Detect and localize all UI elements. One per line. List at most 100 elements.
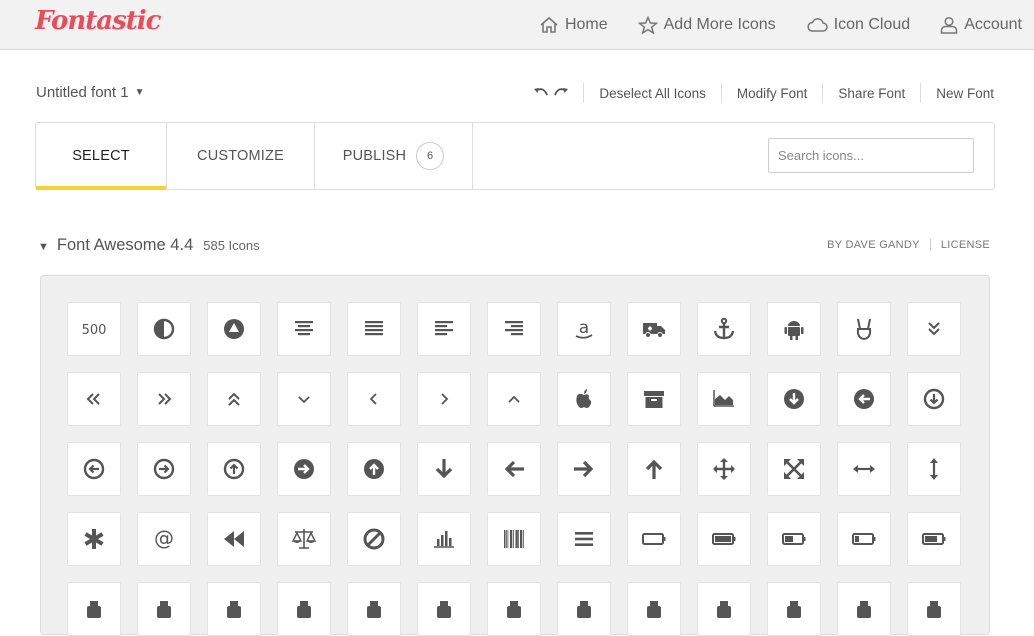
angle-double-right-icon [151,386,177,412]
icon-tile-angle-double-right[interactable] [137,372,191,426]
icon-tile-bell-slash-o[interactable] [557,582,611,636]
icon-tile-arrow-circle-right[interactable] [277,442,331,496]
battery-three-quarters-icon [921,526,947,552]
arrow-circle-up-icon [361,456,387,482]
area-chart-icon [711,386,737,412]
nav-icon-cloud[interactable]: Icon Cloud [806,16,910,34]
fontastic-logo[interactable]: Fontastic [35,6,161,36]
icon-tile-binoculars[interactable] [697,582,751,636]
icon-tile-angle-right[interactable] [417,372,471,426]
iconset-author-link[interactable]: BY DAVE GANDY [817,239,931,251]
icon-tile-align-center[interactable] [277,302,331,356]
icon-tile-500px[interactable]: 500 [67,302,121,356]
home-icon [540,16,558,33]
icon-tile-arrows-h[interactable] [837,442,891,496]
icon-tile-bell-o[interactable] [417,582,471,636]
barcode-icon [501,526,527,552]
icon-tile-angellist[interactable] [837,302,891,356]
undo-icon[interactable] [533,87,549,99]
icon-tile-arrow-down[interactable] [417,442,471,496]
font-name-dropdown[interactable]: Untitled font 1 ▼ [36,84,144,101]
icon-tile-arrow-circle-left[interactable] [837,372,891,426]
icon-tile-battery-empty[interactable] [627,512,681,566]
icon-tile-battery-three-quarters[interactable] [907,512,961,566]
icon-tile-backward[interactable] [207,512,261,566]
nav-home-label: Home [564,16,608,33]
icon-tile-at[interactable]: @ [137,512,191,566]
icon-tile-arrows-alt[interactable] [767,442,821,496]
icon-tile-angle-double-up[interactable] [207,372,261,426]
new-font-button[interactable]: New Font [921,83,996,103]
icon-tile-barcode[interactable] [487,512,541,566]
icon-tile-balance-scale[interactable] [277,512,331,566]
icon-tile-arrow-circle-down[interactable] [767,372,821,426]
icon-tile-angle-double-down[interactable] [907,302,961,356]
icon-tile-bars[interactable] [557,512,611,566]
icon-tile-bar-chart[interactable] [417,512,471,566]
icon-tile-adn[interactable] [207,302,261,356]
icon-tile-android[interactable] [767,302,821,356]
icon-tile-ambulance[interactable] [627,302,681,356]
icon-tile-angle-up[interactable] [487,372,541,426]
svg-text:500: 500 [82,323,107,338]
arrows-v-icon [921,456,947,482]
nav-account[interactable]: Account [940,16,1022,34]
search-input[interactable] [768,138,974,173]
icon-tile-align-justify[interactable] [347,302,401,356]
icon-tile-apple[interactable] [557,372,611,426]
icon-tile-align-left[interactable] [417,302,471,356]
icon-tile-bitbucket-square[interactable] [907,582,961,636]
icon-tile-battery-full[interactable] [697,512,751,566]
icon-tile-bicycle[interactable] [627,582,681,636]
icon-tile-arrow-right[interactable] [557,442,611,496]
publish-count-badge: 6 [416,142,445,170]
archive-icon [641,386,667,412]
icon-tile-bed[interactable] [67,582,121,636]
icon-tile-asterisk[interactable] [67,512,121,566]
cloud-icon [807,18,828,32]
icon-tile-adjust[interactable] [137,302,191,356]
icon-tile-arrow-left[interactable] [487,442,541,496]
tab-publish[interactable]: PUBLISH 6 [315,123,473,189]
icon-tile-arrow-circle-o-left[interactable] [67,442,121,496]
redo-icon[interactable] [553,87,569,99]
icon-tile-arrow-circle-o-right[interactable] [137,442,191,496]
ambulance-icon [641,316,667,342]
icon-tile-angle-down[interactable] [277,372,331,426]
icon-tile-arrow-up[interactable] [627,442,681,496]
icon-tile-battery-quarter[interactable] [837,512,891,566]
arrows-icon [711,456,737,482]
icon-tile-align-right[interactable] [487,302,541,356]
icon-tile-arrows-v[interactable] [907,442,961,496]
modify-font-button[interactable]: Modify Font [722,83,824,103]
icon-tile-birthday-cake[interactable] [767,582,821,636]
icon-tile-arrow-circle-o-up[interactable] [207,442,261,496]
icon-tile-behance[interactable] [207,582,261,636]
icon-tile-anchor[interactable] [697,302,751,356]
icon-tile-behance-square[interactable] [137,582,191,636]
icon-tile-behance-alt[interactable] [277,582,331,636]
nav-add-more-icons[interactable]: Add More Icons [637,15,776,35]
tab-select[interactable]: SELECT [36,123,167,190]
icon-tile-arrows[interactable] [697,442,751,496]
icon-tile-battery-half[interactable] [767,512,821,566]
icon-tile-ban[interactable] [347,512,401,566]
icon-tile-bell[interactable] [347,582,401,636]
icon-tile-angle-double-left[interactable] [67,372,121,426]
arrows-alt-icon [781,456,807,482]
icon-tile-area-chart[interactable] [697,372,751,426]
deselect-all-button[interactable]: Deselect All Icons [584,83,722,103]
icon-tile-angle-left[interactable] [347,372,401,426]
icon-tile-arrow-circle-o-down[interactable] [907,372,961,426]
tab-customize[interactable]: CUSTOMIZE [167,123,315,189]
icon-tile-arrow-circle-up[interactable] [347,442,401,496]
icon-tile-amazon[interactable]: a [557,302,611,356]
battery-quarter-icon [851,526,877,552]
iconset-license-link[interactable]: LICENSE [931,239,990,251]
arrow-circle-right-icon [291,456,317,482]
icon-tile-bell-slash[interactable] [487,582,541,636]
icon-tile-bitbucket[interactable] [837,582,891,636]
nav-home[interactable]: Home [539,16,608,34]
share-font-button[interactable]: Share Font [823,83,922,103]
icon-tile-archive[interactable] [627,372,681,426]
